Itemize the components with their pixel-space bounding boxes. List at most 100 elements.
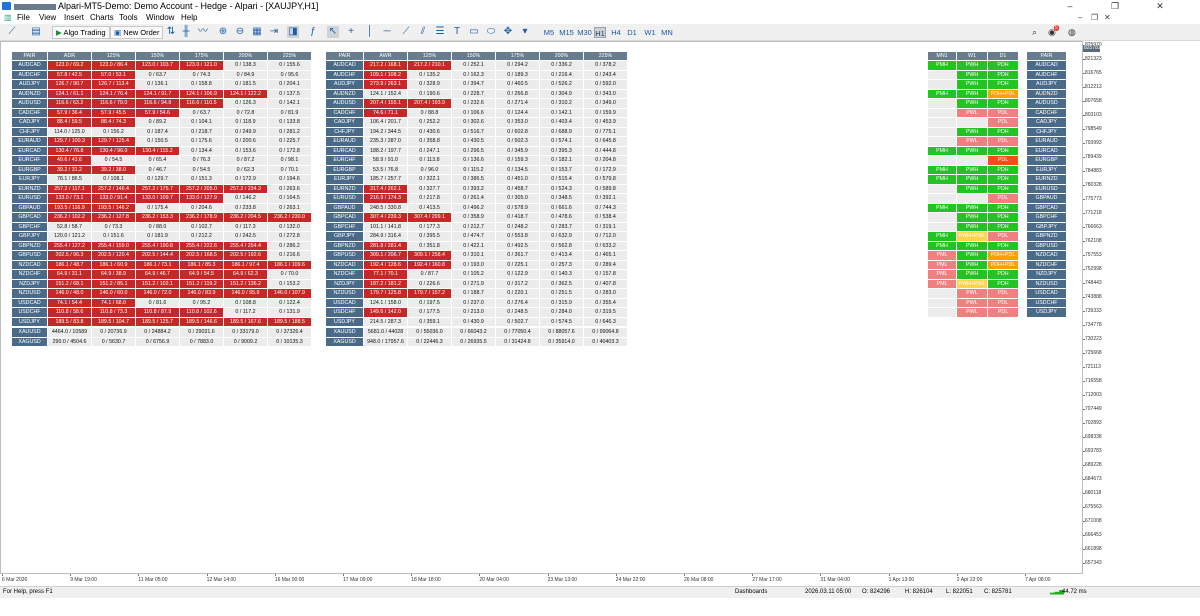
- list-item[interactable]: NZDUSD: [1026, 278, 1067, 289]
- timeframe-m5[interactable]: M5: [542, 27, 556, 38]
- pair-list-item[interactable]: USDJPY: [1026, 307, 1067, 318]
- pair-list-item[interactable]: CHFJPY: [1026, 126, 1067, 137]
- pair-list-item[interactable]: NZDUSD: [1026, 278, 1067, 289]
- list-item[interactable]: GBPAUD: [1026, 193, 1067, 204]
- pair-list-item[interactable]: NZDJPY: [1026, 269, 1067, 280]
- list-item[interactable]: EURAUD: [1026, 136, 1067, 147]
- pair-list-item[interactable]: AUDUSD: [1026, 98, 1067, 109]
- pair-list-item[interactable]: NZDCHF: [1026, 259, 1067, 270]
- pair-list-item[interactable]: NZDCAD: [1026, 250, 1067, 261]
- list-item[interactable]: NZDCAD: [1026, 250, 1067, 261]
- price-axis[interactable]: 8259708213238167658122138076588031037985…: [1082, 41, 1200, 574]
- pair-list-item[interactable]: EURCAD: [1026, 145, 1067, 156]
- pair-list-item[interactable]: EURUSD: [1026, 183, 1067, 194]
- list-item[interactable]: NZDJPY: [1026, 269, 1067, 280]
- menu-help[interactable]: Help: [181, 12, 197, 24]
- fibonacci-icon[interactable]: ☰: [434, 26, 446, 38]
- signals-icon[interactable]: 〰: [197, 26, 209, 38]
- list-item[interactable]: EURNZD: [1026, 174, 1067, 185]
- list-item[interactable]: CADJPY: [1026, 117, 1067, 128]
- trendline-icon[interactable]: ⟋: [400, 26, 412, 38]
- timeframe-m15[interactable]: M15: [558, 27, 575, 38]
- pair-list-item[interactable]: EURGBP: [1026, 155, 1067, 166]
- text-icon[interactable]: T: [451, 26, 463, 38]
- rectangle-icon[interactable]: ▭: [468, 26, 480, 38]
- grid-icon[interactable]: ▦: [251, 26, 263, 38]
- close-button[interactable]: ✕: [1145, 0, 1175, 12]
- list-item[interactable]: GBPUSD: [1026, 240, 1067, 251]
- pair-list-item[interactable]: AUDCAD: [1026, 60, 1067, 71]
- child-restore-button[interactable]: ❐: [1091, 12, 1098, 24]
- zoom-in-icon[interactable]: ⊕: [217, 26, 229, 38]
- bar-chart-icon[interactable]: ╫: [180, 26, 192, 38]
- list-item[interactable]: USDCHF: [1026, 297, 1067, 308]
- notifications-icon[interactable]: ◉ 5: [1048, 25, 1059, 38]
- pair-list-item[interactable]: GBPCHF: [1026, 212, 1067, 223]
- list-item[interactable]: EURUSD: [1026, 183, 1067, 194]
- list-item[interactable]: GBPNZD: [1026, 231, 1067, 242]
- maximize-button[interactable]: ❐: [1100, 0, 1130, 12]
- autoscroll-icon[interactable]: ⇥: [268, 26, 280, 38]
- objects-icon[interactable]: ✥: [502, 26, 514, 38]
- list-item[interactable]: EURGBP: [1026, 155, 1067, 166]
- pair-list-item[interactable]: CADJPY: [1026, 117, 1067, 128]
- menu-file[interactable]: File: [17, 12, 30, 24]
- crosshair-icon[interactable]: +: [345, 26, 357, 38]
- pair-list-item[interactable]: EURAUD: [1026, 136, 1067, 147]
- template-icon[interactable]: ▤: [30, 26, 42, 38]
- list-item[interactable]: AUDCHF: [1026, 69, 1067, 80]
- more-objects-icon[interactable]: ▾: [519, 26, 531, 38]
- list-item[interactable]: GBPJPY: [1026, 221, 1067, 232]
- chart-area[interactable]: PAIR ADR 125% 150% 175% 200% 225% AUDCAD 123.0 …: [0, 41, 1083, 574]
- pair-list-item[interactable]: USDCHF: [1026, 297, 1067, 308]
- horizontal-line-icon[interactable]: ─: [381, 26, 393, 38]
- list-item[interactable]: AUDUSD: [1026, 98, 1067, 109]
- timeframe-d1[interactable]: D1: [626, 27, 638, 38]
- list-item[interactable]: NZDCHF: [1026, 259, 1067, 270]
- depth-of-market-icon[interactable]: ⇅: [165, 26, 177, 38]
- algo-trading-button[interactable]: ▶ Algo Trading: [52, 26, 110, 39]
- zoom-out-icon[interactable]: ⊖: [234, 26, 246, 38]
- menu-insert[interactable]: Insert: [64, 12, 84, 24]
- pair-list-item[interactable]: CADCHF: [1026, 107, 1067, 118]
- channel-icon[interactable]: ⫽: [417, 26, 429, 38]
- timeframe-h4[interactable]: H4: [610, 27, 622, 38]
- list-item[interactable]: USDCAD: [1026, 288, 1067, 299]
- menu-tools[interactable]: Tools: [119, 12, 138, 24]
- pair-list-item[interactable]: EURJPY: [1026, 164, 1067, 175]
- child-minimize-button[interactable]: –: [1078, 12, 1082, 24]
- list-item[interactable]: CHFJPY: [1026, 126, 1067, 137]
- pair-list-item[interactable]: GBPUSD: [1026, 240, 1067, 251]
- pair-list-item[interactable]: GBPJPY: [1026, 221, 1067, 232]
- child-close-button[interactable]: ✕: [1104, 12, 1111, 24]
- pair-list-item[interactable]: USDCAD: [1026, 288, 1067, 299]
- timeframe-mn[interactable]: MN: [660, 27, 674, 38]
- indicators-icon[interactable]: ƒ: [307, 26, 319, 38]
- pair-list-item[interactable]: EURNZD: [1026, 174, 1067, 185]
- menu-window[interactable]: Window: [146, 12, 174, 24]
- pair-list-item[interactable]: GBPAUD: [1026, 193, 1067, 204]
- time-axis[interactable]: 6 Mar 2026 9 Mar 19:00 11 Mar 05:00 12 Mar …: [0, 574, 1083, 586]
- pair-list-item[interactable]: GBPCAD: [1026, 202, 1067, 213]
- cursor-icon[interactable]: ↖: [327, 26, 339, 38]
- pair-list-item[interactable]: AUDJPY: [1026, 79, 1067, 90]
- list-item[interactable]: GBPCHF: [1026, 212, 1067, 223]
- timeframe-h1[interactable]: H1: [594, 27, 606, 38]
- shapes-icon[interactable]: ⬭: [485, 26, 497, 38]
- list-item[interactable]: CADCHF: [1026, 107, 1067, 118]
- account-icon[interactable]: ◍: [1068, 27, 1076, 38]
- chart-shift-icon[interactable]: ◨: [287, 26, 299, 38]
- list-item[interactable]: USDJPY: [1026, 307, 1067, 318]
- list-item[interactable]: AUDNZD: [1026, 88, 1067, 99]
- profile-name[interactable]: Dashboards: [735, 587, 767, 598]
- search-icon[interactable]: ⌕: [1032, 27, 1037, 38]
- pair-list-item[interactable]: AUDNZD: [1026, 88, 1067, 99]
- pair-list-item[interactable]: GBPNZD: [1026, 231, 1067, 242]
- menu-charts[interactable]: Charts: [90, 12, 114, 24]
- timeframe-m30[interactable]: M30: [576, 27, 593, 38]
- timeframe-w1[interactable]: W1: [643, 27, 657, 38]
- new-order-button[interactable]: ▣ New Order: [110, 26, 164, 39]
- menu-view[interactable]: View: [39, 12, 56, 24]
- line-chart-icon[interactable]: ⟋: [6, 26, 18, 38]
- pair-list-item[interactable]: AUDCHF: [1026, 69, 1067, 80]
